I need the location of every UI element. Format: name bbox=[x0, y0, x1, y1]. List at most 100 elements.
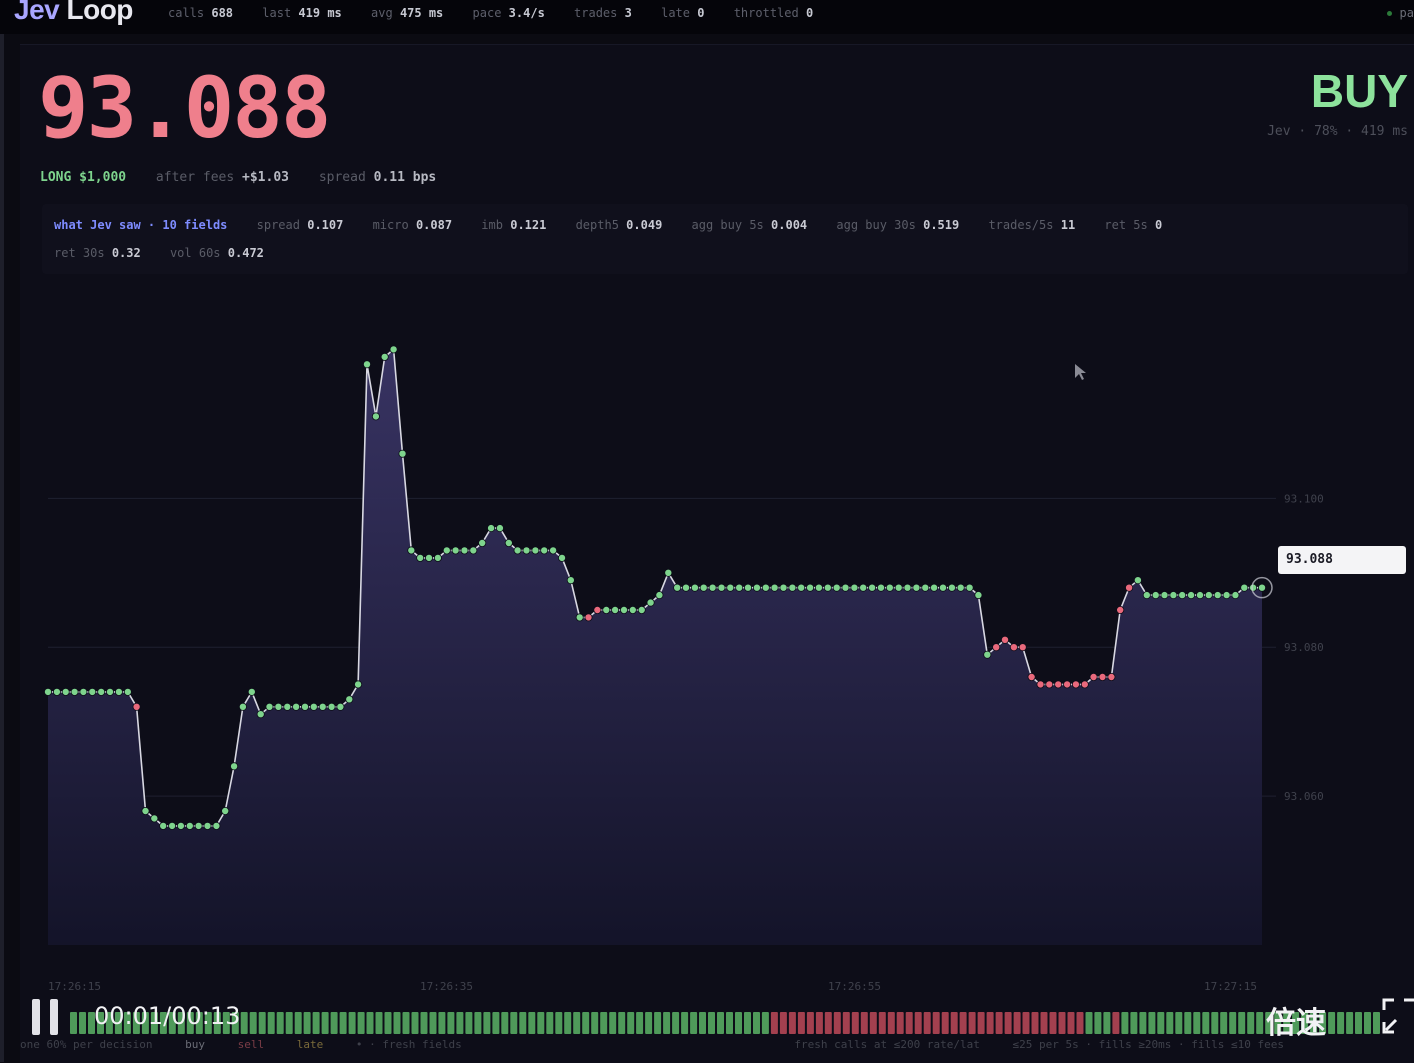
timeline-segment bbox=[941, 1012, 949, 1034]
timeline-segment bbox=[258, 1012, 266, 1034]
data-point bbox=[992, 643, 1001, 652]
timeline-segment bbox=[519, 1012, 527, 1034]
timeline-segment bbox=[663, 1012, 671, 1034]
timeline-segment bbox=[1094, 1012, 1102, 1034]
timeline-segment bbox=[923, 1012, 931, 1034]
timeline-segment bbox=[582, 1012, 590, 1034]
data-point bbox=[620, 606, 629, 615]
timeline-segment bbox=[321, 1012, 329, 1034]
timeline-segment bbox=[1130, 1012, 1138, 1034]
data-point bbox=[1169, 591, 1178, 600]
data-point bbox=[1027, 673, 1036, 682]
timeline-segment bbox=[932, 1012, 940, 1034]
timeline-segment bbox=[896, 1012, 904, 1034]
data-point bbox=[185, 821, 194, 830]
timeline-segment bbox=[1157, 1012, 1165, 1034]
timeline-segment bbox=[1364, 1012, 1371, 1034]
timeline-segment bbox=[465, 1012, 473, 1034]
pause-button[interactable] bbox=[30, 999, 64, 1037]
timeline-segment bbox=[986, 1012, 994, 1034]
legend-bar: one 60% per decision buy sell late • · f… bbox=[20, 1038, 1414, 1062]
data-point bbox=[1018, 643, 1027, 652]
x-tick-label: 17:26:15 bbox=[48, 980, 101, 993]
timeline-segment bbox=[1229, 1012, 1237, 1034]
timeline-segment bbox=[959, 1012, 967, 1034]
data-point bbox=[699, 583, 708, 592]
timeline-segment bbox=[744, 1012, 751, 1034]
timeline-segment bbox=[474, 1012, 482, 1034]
data-point bbox=[797, 583, 806, 592]
data-point bbox=[566, 576, 575, 585]
timeline-segment bbox=[555, 1012, 563, 1034]
data-point bbox=[1125, 583, 1134, 592]
timeline-segment bbox=[375, 1012, 383, 1034]
timeline-segment bbox=[492, 1012, 500, 1034]
timeline-segment bbox=[815, 1012, 823, 1034]
timeline-segment bbox=[546, 1012, 554, 1034]
data-point bbox=[1009, 643, 1018, 652]
timeline-segment bbox=[79, 1012, 86, 1034]
timeline-segment bbox=[779, 1012, 787, 1034]
data-point bbox=[238, 702, 247, 711]
timeline-segment bbox=[1175, 1012, 1183, 1034]
y-tick-label: 93.060 bbox=[1284, 790, 1324, 803]
timeline-segment bbox=[339, 1012, 347, 1034]
x-tick-label: 17:26:55 bbox=[828, 980, 881, 993]
pause-icon bbox=[32, 999, 40, 1035]
data-point bbox=[212, 821, 221, 830]
data-point bbox=[1222, 591, 1231, 600]
timeline-segment bbox=[249, 1012, 257, 1034]
data-point bbox=[487, 524, 496, 533]
data-point bbox=[469, 546, 478, 555]
data-point bbox=[256, 710, 265, 719]
timeline-segment bbox=[1346, 1012, 1354, 1034]
data-point bbox=[522, 546, 531, 555]
timeline-segment bbox=[573, 1012, 581, 1034]
data-point bbox=[424, 553, 433, 562]
timeline-segment bbox=[627, 1012, 635, 1034]
timeline-segment bbox=[1337, 1012, 1345, 1034]
data-point bbox=[1045, 680, 1054, 689]
data-point bbox=[150, 814, 159, 823]
data-point bbox=[1054, 680, 1063, 689]
timeline-segment bbox=[564, 1012, 572, 1034]
data-point bbox=[708, 583, 717, 592]
data-point bbox=[1071, 680, 1080, 689]
data-point bbox=[247, 687, 256, 696]
timeline-segment bbox=[1049, 1012, 1057, 1034]
data-point bbox=[814, 583, 823, 592]
timeline-segment bbox=[510, 1012, 518, 1034]
timeline-segment bbox=[905, 1012, 913, 1034]
timeline-segment bbox=[438, 1012, 446, 1034]
price-tag: 93.088 bbox=[1278, 546, 1406, 574]
data-point bbox=[478, 539, 487, 548]
data-point bbox=[79, 687, 88, 696]
timeline-segment bbox=[1076, 1012, 1084, 1034]
data-point bbox=[664, 568, 673, 577]
data-point bbox=[637, 606, 646, 615]
timeline-segment bbox=[1184, 1012, 1192, 1034]
timeline-segment bbox=[1031, 1012, 1039, 1034]
data-point bbox=[779, 583, 788, 592]
timeline-segment bbox=[429, 1012, 437, 1034]
data-point bbox=[52, 687, 61, 696]
timeline-segment bbox=[636, 1012, 644, 1034]
data-point bbox=[877, 583, 886, 592]
data-point bbox=[389, 345, 398, 354]
legend-buy: buy bbox=[185, 1038, 205, 1051]
timeline-segment bbox=[1247, 1012, 1255, 1034]
speed-button[interactable]: 倍速 bbox=[1266, 998, 1326, 1042]
timeline-segment bbox=[1013, 1012, 1021, 1034]
data-point bbox=[1231, 591, 1240, 600]
data-point bbox=[265, 702, 274, 711]
timeline-segment bbox=[420, 1012, 428, 1034]
data-point bbox=[531, 546, 540, 555]
data-point bbox=[416, 553, 425, 562]
fullscreen-button[interactable] bbox=[1380, 996, 1414, 1036]
timeline-segment bbox=[995, 1012, 1003, 1034]
data-point bbox=[602, 606, 611, 615]
data-point bbox=[168, 821, 177, 830]
timeline-segment bbox=[402, 1012, 410, 1034]
data-point bbox=[947, 583, 956, 592]
data-point bbox=[442, 546, 451, 555]
